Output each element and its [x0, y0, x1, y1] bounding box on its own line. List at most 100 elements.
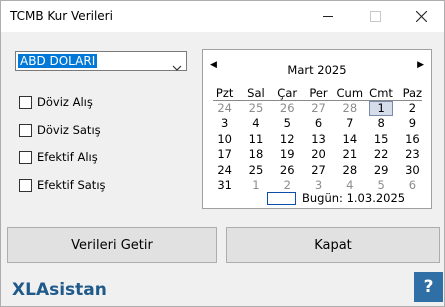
- window-title: TCMB Kur Verileri: [10, 9, 113, 23]
- calendar-day[interactable]: 25: [240, 163, 271, 178]
- calendar-day[interactable]: 6: [303, 116, 334, 131]
- today-label: Bugün: 1.03.2025: [302, 191, 406, 205]
- get-data-button[interactable]: Verileri Getir: [7, 227, 217, 263]
- calendar-day-number: 9: [408, 116, 417, 131]
- calendar-today-footer[interactable]: Bugün: 1.03.2025: [267, 191, 405, 205]
- checkbox-box[interactable]: [19, 178, 32, 192]
- calendar-day[interactable]: 16: [397, 132, 428, 147]
- checkbox-box[interactable]: [19, 95, 32, 109]
- calendar-day-number: 21: [342, 147, 358, 162]
- calendar-day[interactable]: 28: [334, 163, 365, 178]
- calendar-day[interactable]: 2: [397, 101, 428, 116]
- calendar-day[interactable]: 21: [334, 147, 365, 162]
- calendar-day-number: 29: [373, 162, 389, 177]
- checkbox-doviz-alis[interactable]: Döviz Alış: [19, 94, 93, 110]
- calendar-day[interactable]: 29: [365, 163, 396, 178]
- calendar-day-number: 3: [314, 177, 323, 192]
- minimize-icon: [322, 16, 333, 17]
- calendar-day[interactable]: 8: [365, 116, 396, 131]
- calendar-month-title: Mart 2025: [287, 63, 347, 77]
- calendar-day-number: 10: [217, 131, 232, 146]
- calendar-day[interactable]: 31: [209, 178, 240, 193]
- close-button[interactable]: Kapat: [226, 227, 440, 263]
- maximize-icon: [369, 11, 381, 22]
- minimize-button[interactable]: [305, 1, 351, 32]
- calendar-day[interactable]: 5: [272, 116, 303, 131]
- title-bar: TCMB Kur Verileri: [1, 1, 444, 32]
- help-button[interactable]: ?: [414, 272, 443, 302]
- close-icon: [415, 11, 427, 22]
- calendar-day-number: 27: [311, 162, 326, 177]
- currency-dropdown[interactable]: ABD DOLARI: [15, 51, 187, 71]
- calendar-day-number: 30: [405, 162, 420, 177]
- calendar-day[interactable]: 10: [209, 132, 240, 147]
- calendar-day-number: 25: [248, 162, 264, 177]
- checkbox-efektif-satis[interactable]: Efektif Satış: [19, 177, 106, 193]
- calendar-day-number: 2: [283, 177, 291, 192]
- calendar-day[interactable]: 28: [334, 101, 365, 116]
- calendar-day-number: 6: [408, 177, 417, 192]
- calendar-day[interactable]: 7: [334, 116, 365, 131]
- calendar-day-number: 2: [408, 101, 417, 115]
- calendar-day-number: 4: [346, 177, 354, 192]
- calendar-day[interactable]: 18: [240, 147, 271, 162]
- calendar-day-number: 26: [279, 101, 295, 115]
- calendar-day[interactable]: 27: [303, 163, 334, 178]
- checkbox-doviz-satis[interactable]: Döviz Satış: [19, 122, 101, 138]
- weekday-label: Paz: [402, 86, 423, 100]
- calendar-day[interactable]: 12: [272, 132, 303, 147]
- calendar-day-number: 8: [377, 116, 385, 131]
- calendar-day-number: 3: [220, 116, 229, 131]
- calendar-day-number: 19: [279, 147, 295, 162]
- calendar-day-selected[interactable]: 1: [365, 101, 396, 116]
- close-window-button[interactable]: [398, 1, 444, 32]
- calendar-day[interactable]: 30: [397, 163, 428, 178]
- calendar-day-number: 16: [405, 131, 420, 146]
- calendar-day[interactable]: 24: [209, 163, 240, 178]
- calendar-day[interactable]: 13: [303, 132, 334, 147]
- calendar-day-number: 28: [342, 162, 358, 177]
- calendar-day-number: 24: [217, 101, 232, 115]
- calendar-day[interactable]: 27: [303, 101, 334, 116]
- calendar-day-number: 18: [248, 147, 264, 162]
- calendar-day[interactable]: 17: [209, 147, 240, 162]
- calendar-day[interactable]: 4: [240, 116, 271, 131]
- calendar-day[interactable]: 20: [303, 147, 334, 162]
- calendar-day-number: 15: [373, 131, 389, 146]
- calendar-day[interactable]: 15: [365, 132, 396, 147]
- maximize-button[interactable]: [352, 1, 398, 32]
- checkbox-efektif-alis[interactable]: Efektif Alış: [19, 149, 98, 165]
- weekday-label: Cmt: [369, 86, 393, 100]
- calendar-day-number: 11: [248, 131, 264, 146]
- calendar-day-number: 27: [311, 101, 326, 115]
- next-month-button[interactable]: ▶: [417, 60, 424, 70]
- month-calendar[interactable]: ◀ Mart 2025 ▶ Pzt Sal Çar Per Cum Cmt Pa…: [202, 49, 432, 209]
- calendar-day[interactable]: 23: [397, 147, 428, 162]
- calendar-day[interactable]: 22: [365, 147, 396, 162]
- weekday-label: Cum: [336, 86, 364, 100]
- calendar-day[interactable]: 25: [240, 101, 271, 116]
- weekday-header: Pzt Sal Çar Per Cum Cmt Paz: [209, 86, 428, 100]
- calendar-day[interactable]: 19: [272, 147, 303, 162]
- checkbox-box[interactable]: [19, 150, 32, 164]
- calendar-day[interactable]: 24: [209, 101, 240, 116]
- calendar-day[interactable]: 9: [397, 116, 428, 131]
- checkbox-label: Döviz Alış: [37, 95, 93, 109]
- calendar-day-number: 28: [342, 101, 358, 115]
- checkbox-label: Efektif Alış: [37, 150, 98, 164]
- calendar-day[interactable]: 26: [272, 163, 303, 178]
- calendar-day[interactable]: 3: [209, 116, 240, 131]
- calendar-day[interactable]: 11: [240, 132, 271, 147]
- checkbox-box[interactable]: [19, 123, 32, 137]
- calendar-day-number: 26: [279, 162, 295, 177]
- calendar-day-number: 12: [279, 131, 295, 146]
- calendar-day[interactable]: 26: [272, 101, 303, 116]
- calendar-day-number: 17: [217, 147, 232, 162]
- calendar-day-number: 5: [377, 177, 385, 192]
- calendar-day-number: 1: [369, 101, 393, 116]
- currency-selected-value: ABD DOLARI: [18, 54, 98, 68]
- checkbox-label: Efektif Satış: [37, 178, 106, 192]
- chevron-down-icon: [172, 57, 182, 76]
- today-marker: [267, 191, 296, 205]
- calendar-day[interactable]: 14: [334, 132, 365, 147]
